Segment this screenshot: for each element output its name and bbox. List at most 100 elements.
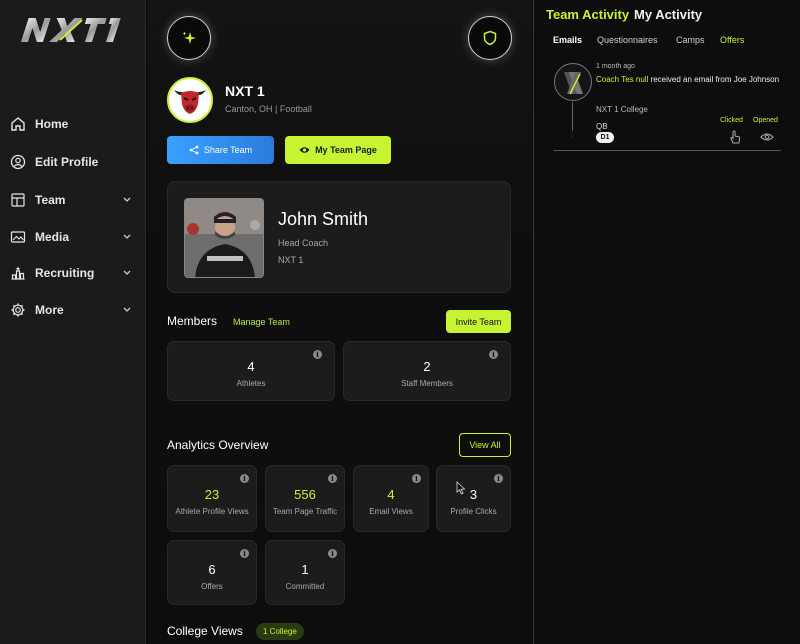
stat-label: Athlete Profile Views (175, 507, 249, 516)
members-title: Members (167, 314, 218, 328)
user-circle-icon (10, 154, 26, 170)
team-logo (167, 77, 213, 123)
chevron-down-icon[interactable] (122, 305, 132, 315)
info-icon[interactable]: i (328, 549, 337, 558)
stat-card-profile-clicks[interactable]: i 3 Profile Clicks (436, 465, 511, 532)
stat-label: Team Page Traffic (272, 507, 338, 516)
sidebar-item-label: Media (35, 230, 70, 244)
division-badge: D1 (596, 132, 614, 143)
stat-value: 2 (423, 359, 431, 374)
info-icon[interactable]: i (313, 350, 322, 359)
college-count-pill: 1 College (256, 623, 304, 640)
stat-card-offers[interactable]: i 6 Offers (167, 540, 257, 605)
share-team-label: Share Team (203, 145, 253, 155)
coach-role: Head Coach (278, 238, 329, 248)
share-team-button[interactable]: Share Team (167, 136, 274, 164)
sidebar-item-label: Home (35, 117, 69, 131)
chevron-down-icon[interactable] (122, 195, 132, 205)
info-icon[interactable]: i (240, 549, 249, 558)
sidebar-item-label: Edit Profile (35, 155, 99, 169)
info-icon[interactable]: i (489, 350, 498, 359)
activity-time: 1 month ago (596, 63, 635, 70)
activity-description: received an email from Joe Johnson (650, 75, 780, 84)
info-icon[interactable]: i (494, 474, 503, 483)
shield-icon (483, 30, 497, 46)
stat-value: 4 (387, 487, 395, 502)
tab-team-activity[interactable]: Team Activity (546, 7, 629, 22)
tab-my-activity[interactable]: My Activity (634, 7, 702, 22)
manage-team-link[interactable]: Manage Team (233, 317, 290, 327)
analytics-title: Analytics Overview (167, 438, 269, 452)
image-folder-icon (10, 229, 26, 245)
sidebar-item-media[interactable]: Media (10, 224, 136, 250)
my-team-page-button[interactable]: My Team Page (285, 136, 391, 164)
stat-label: Athletes (236, 379, 266, 388)
activity-position: QB (596, 122, 608, 131)
stat-card-staff[interactable]: i 2 Staff Members (343, 341, 511, 401)
mouse-cursor-icon (456, 481, 466, 495)
activity-divider (554, 150, 781, 151)
bull-mascot-icon (171, 81, 209, 119)
stat-card-email-views[interactable]: i 4 Email Views (353, 465, 429, 532)
shield-button[interactable] (468, 16, 512, 60)
subtab-questionnaires[interactable]: Questionnaires (597, 35, 658, 45)
sidebar-item-recruiting[interactable]: Recruiting (10, 260, 136, 286)
clicked-label: Clicked (720, 117, 743, 124)
sidebar-item-more[interactable]: More (10, 297, 136, 323)
activity-text: Coach Tes null received an email from Jo… (596, 74, 786, 85)
share-icon (189, 145, 199, 155)
info-icon[interactable]: i (328, 474, 337, 483)
coach-name: John Smith (278, 209, 369, 229)
invite-team-button[interactable]: Invite Team (446, 310, 511, 333)
activity-college: NXT 1 College (596, 105, 648, 114)
stat-label: Offers (201, 582, 223, 591)
chevron-down-icon[interactable] (122, 268, 132, 278)
chevron-down-icon[interactable] (122, 232, 132, 242)
stat-card-athlete-profile-views[interactable]: i 23 Athlete Profile Views (167, 465, 257, 532)
eye-icon (299, 147, 310, 153)
coach-team: NXT 1 (278, 255, 304, 265)
subtab-offers[interactable]: Offers (720, 35, 744, 45)
main-content: NXT 1 Canton, OH | Football Share Team M… (147, 0, 532, 644)
stat-value: 23 (204, 487, 220, 502)
sidebar-item-label: Recruiting (35, 266, 95, 280)
subtab-emails[interactable]: Emails (553, 35, 582, 45)
stat-value: 3 (469, 487, 478, 502)
stat-card-team-page-traffic[interactable]: i 556 Team Page Traffic (265, 465, 345, 532)
stat-value: 4 (247, 359, 255, 374)
sidebar-item-team[interactable]: Team (10, 187, 136, 213)
nxt1-logo[interactable] (20, 14, 128, 46)
eye-icon (760, 133, 774, 141)
college-avatar (554, 63, 592, 101)
my-team-page-label: My Team Page (315, 145, 377, 155)
college-views-title: College Views (167, 624, 243, 638)
activity-panel: Team Activity My Activity Emails Questio… (533, 0, 800, 644)
sidebar-item-edit-profile[interactable]: Edit Profile (10, 149, 136, 175)
team-location: Canton, OH | Football (225, 104, 312, 114)
coach-card[interactable]: John Smith Head Coach NXT 1 (167, 181, 511, 293)
info-icon[interactable]: i (240, 474, 249, 483)
gear-icon (10, 302, 26, 318)
subtab-camps[interactable]: Camps (676, 35, 705, 45)
stat-label: Staff Members (401, 379, 453, 388)
view-all-button[interactable]: View All (459, 433, 511, 457)
pointer-hand-icon (730, 130, 741, 144)
sidebar: Home Edit Profile Team Media Recruiting … (0, 0, 146, 644)
team-name: NXT 1 (225, 83, 265, 99)
stat-card-committed[interactable]: i 1 Committed (265, 540, 345, 605)
layout-icon (10, 192, 26, 208)
sparkle-button[interactable] (167, 16, 211, 60)
sidebar-item-label: Team (35, 193, 66, 207)
stat-label: Committed (285, 582, 325, 591)
stat-value: 1 (301, 562, 309, 577)
podium-icon (10, 265, 26, 281)
stat-value: 556 (294, 487, 316, 502)
coach-photo (184, 198, 264, 278)
activity-actor[interactable]: Coach Tes null (596, 75, 648, 84)
timeline-line (572, 102, 573, 130)
stat-card-athletes[interactable]: i 4 Athletes (167, 341, 335, 401)
opened-label: Opened (753, 117, 778, 124)
info-icon[interactable]: i (412, 474, 421, 483)
sidebar-item-home[interactable]: Home (10, 111, 136, 137)
timeline-dots: · · · (571, 128, 574, 141)
